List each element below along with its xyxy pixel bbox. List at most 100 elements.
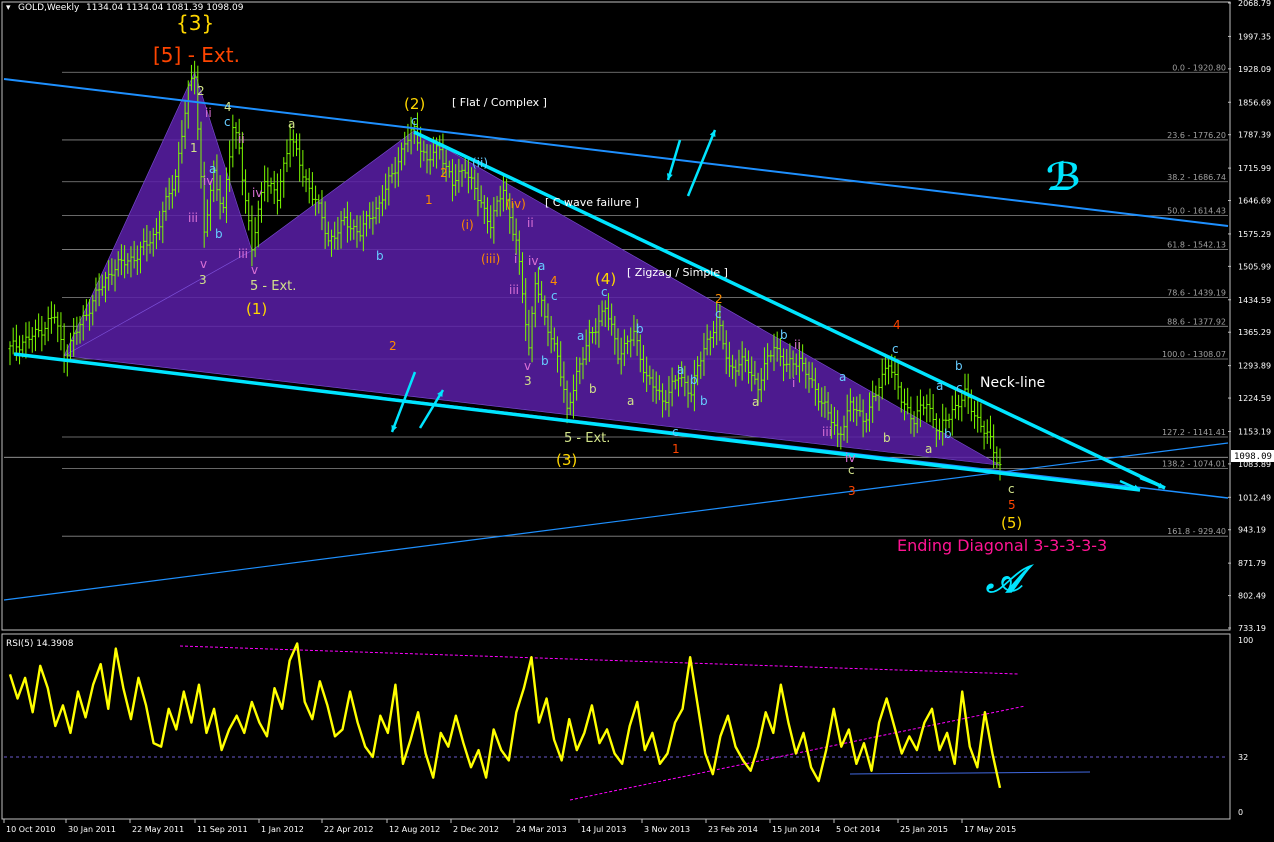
- degree-3-label: {3}: [176, 11, 214, 35]
- wave-label: 4: [224, 100, 232, 114]
- wave-label: c: [672, 425, 679, 439]
- rsi-title: RSI(5) 14.3908: [6, 639, 74, 649]
- wave-label: 3: [848, 484, 856, 498]
- wave-label: 4: [550, 274, 558, 288]
- wave-label: 3: [524, 374, 532, 388]
- time-axis-label: 23 Feb 2014: [708, 825, 758, 834]
- wave-label: a: [577, 329, 584, 343]
- wave-label: b: [376, 249, 384, 263]
- rsi-axis-label: 100: [1238, 636, 1253, 645]
- time-axis-label: 14 Jul 2013: [581, 825, 626, 834]
- rsi-axis-label: 32: [1238, 753, 1248, 762]
- price-axis-label: 802.49: [1238, 592, 1266, 601]
- wave-label: v: [251, 263, 258, 277]
- time-axis-label: 11 Sep 2011: [197, 825, 248, 834]
- wave-label: a: [627, 394, 634, 408]
- fib-level-label: 127.2 - 1141.41: [1162, 428, 1226, 437]
- wave-label: b: [955, 359, 963, 373]
- wave-label: 2: [440, 166, 448, 180]
- wave-label: 3: [199, 273, 207, 287]
- wave-label: a: [752, 395, 759, 409]
- wave-label: iii: [188, 211, 198, 225]
- time-axis-label: 17 May 2015: [964, 825, 1016, 834]
- wave-label: b: [944, 427, 952, 441]
- time-axis-label: 24 Mar 2013: [516, 825, 567, 834]
- wave-label: ii: [527, 216, 534, 230]
- wave-label: a: [936, 379, 943, 393]
- fib-level-label: 100.0 - 1308.07: [1162, 350, 1226, 359]
- wave-label: iii: [238, 247, 248, 261]
- fib-level-label: 38.2 - 1686.74: [1167, 173, 1226, 182]
- price-axis-label: 1715.99: [1238, 164, 1271, 173]
- wave-label: 2: [389, 339, 397, 353]
- wave-label: c: [551, 289, 558, 303]
- wave-label: v: [524, 359, 531, 373]
- price-axis-label: 1012.49: [1238, 493, 1271, 502]
- price-axis-label: 1153.19: [1238, 427, 1271, 436]
- time-axis-label: 1 Jan 2012: [261, 825, 304, 834]
- wave-label: ii: [794, 338, 801, 352]
- wave-3-major-label: (3): [556, 451, 577, 469]
- price-axis-label: 733.19: [1238, 624, 1266, 633]
- wave-label: (iv): [506, 197, 526, 211]
- wave-label: a: [538, 259, 545, 273]
- wave-label: 1: [425, 193, 433, 207]
- wave-label: v: [200, 257, 207, 271]
- wave-label: iv: [203, 174, 213, 188]
- wave-label: 4: [893, 318, 901, 332]
- wave-label: a: [925, 442, 932, 456]
- zigzag-simple-label: [ Zigzag / Simple ]: [627, 266, 728, 279]
- wave-label: ii: [238, 132, 245, 146]
- wave-label: a: [288, 117, 295, 131]
- wave-label: b: [883, 431, 891, 445]
- wave-label: 1: [672, 442, 680, 456]
- price-axis-label: 1928.09: [1238, 65, 1271, 74]
- rsi-axis-label: 0: [1238, 808, 1243, 817]
- wave-5-ext-label: [5] - Ext.: [153, 43, 240, 67]
- price-axis-label: 1224.59: [1238, 394, 1271, 403]
- wave-label: c: [715, 307, 722, 321]
- time-axis-label: 5 Oct 2014: [836, 825, 880, 834]
- wave-label: 5: [1008, 498, 1016, 512]
- wave-label: c: [224, 115, 231, 129]
- wave-label: (iii): [481, 252, 500, 266]
- wave-label: c: [411, 114, 418, 128]
- price-axis-label: 1575.29: [1238, 230, 1271, 239]
- wave-label: b: [636, 322, 644, 336]
- wave-label: (ii): [472, 156, 488, 170]
- wave-label: c: [892, 342, 899, 356]
- wave-label: a: [839, 370, 846, 384]
- script-b-label: ℬ: [1046, 155, 1081, 199]
- time-axis-label: 3 Nov 2013: [644, 825, 690, 834]
- fib-level-label: 78.6 - 1439.19: [1167, 289, 1226, 298]
- wave-label: iv: [528, 254, 538, 268]
- time-axis-label: 15 Jun 2014: [772, 825, 820, 834]
- wave-1-major-label: (1): [246, 300, 267, 318]
- wave-label: b: [215, 227, 223, 241]
- wave-label: b: [690, 373, 698, 387]
- time-axis-label: 30 Jan 2011: [68, 825, 116, 834]
- wave-label: i: [514, 252, 517, 266]
- neck-line-label: Neck-line: [980, 375, 1045, 391]
- wave-5-major-label: (5): [1001, 514, 1022, 532]
- wave-2-major-label: (2): [404, 95, 425, 113]
- wave-label: c: [956, 381, 963, 395]
- price-axis-label: 1856.69: [1238, 98, 1271, 107]
- time-axis-label: 10 Oct 2010: [6, 825, 55, 834]
- fib-level-label: 0.0 - 1920.80: [1172, 63, 1226, 72]
- c-wave-failure-label: [ C wave failure ]: [545, 196, 639, 209]
- symbol-label: GOLD,Weekly: [18, 3, 80, 13]
- price-axis-label: 1434.59: [1238, 296, 1271, 305]
- wave-label: iii: [822, 425, 832, 439]
- ending-diagonal-label: Ending Diagonal 3-3-3-3-3: [897, 536, 1107, 555]
- wave-label: a: [677, 363, 684, 377]
- wave-label: 2: [197, 84, 205, 98]
- wave-label: iv: [252, 186, 262, 200]
- five-ext-label-1: 5 - Ext.: [250, 279, 296, 294]
- time-axis-label: 22 Apr 2012: [324, 825, 373, 834]
- time-axis-label: 2 Dec 2012: [453, 825, 499, 834]
- current-price-value: 1098.09: [1234, 452, 1272, 462]
- fib-level-label: 23.6 - 1776.20: [1167, 131, 1226, 140]
- wave-label: b: [589, 382, 597, 396]
- collapse-arrow-icon[interactable]: ▾: [6, 3, 11, 13]
